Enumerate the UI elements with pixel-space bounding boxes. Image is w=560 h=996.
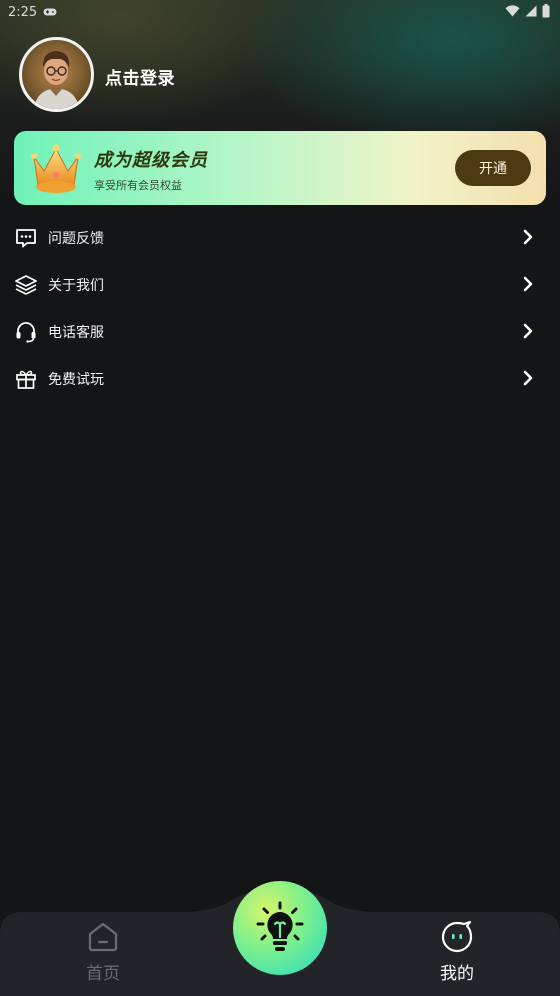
crown-icon: [31, 144, 81, 193]
avatar-portrait-icon: [34, 51, 79, 109]
vip-open-button[interactable]: 开通: [455, 150, 531, 186]
lightbulb-icon: [256, 901, 304, 951]
menu-item-label: 免费试玩: [48, 371, 104, 388]
menu-item-label: 关于我们: [48, 277, 104, 294]
mine-face-icon: [441, 920, 473, 953]
menu-item-about[interactable]: 关于我们: [0, 261, 560, 308]
menu-item-phone-support[interactable]: 电话客服: [0, 308, 560, 355]
menu-item-label: 问题反馈: [48, 230, 104, 247]
signal-icon: [525, 5, 537, 17]
status-time: 2:25: [8, 4, 38, 20]
wifi-icon: [505, 5, 520, 17]
gift-icon: [15, 368, 37, 390]
headset-icon: [15, 321, 37, 343]
menu-item-free-trial[interactable]: 免费试玩: [0, 355, 560, 402]
center-action-button[interactable]: [233, 881, 327, 975]
status-bar: 2:25: [0, 0, 560, 24]
menu-item-feedback[interactable]: 问题反馈: [0, 214, 560, 261]
vip-title: 成为超级会员: [94, 150, 208, 171]
vip-banner[interactable]: 成为超级会员 享受所有会员权益 开通: [14, 131, 546, 205]
message-dots-icon: [15, 227, 37, 249]
gamepad-icon: [43, 8, 57, 16]
chevron-right-icon: [523, 370, 533, 386]
settings-menu: 问题反馈 关于我们 电话客服 免费试玩: [0, 214, 560, 402]
chevron-right-icon: [523, 323, 533, 339]
layers-icon: [15, 274, 37, 296]
chevron-right-icon: [523, 276, 533, 292]
chevron-right-icon: [523, 229, 533, 245]
menu-item-label: 电话客服: [48, 324, 104, 341]
status-icons: [505, 4, 550, 18]
battery-icon: [542, 4, 550, 18]
tab-home-label: 首页: [86, 964, 120, 984]
tab-home[interactable]: 首页: [63, 920, 143, 984]
login-link[interactable]: 点击登录: [105, 64, 175, 89]
tab-mine[interactable]: 我的: [417, 920, 497, 984]
home-icon: [88, 922, 118, 952]
tab-mine-label: 我的: [440, 964, 474, 984]
vip-subtitle: 享受所有会员权益: [94, 179, 182, 192]
avatar[interactable]: [19, 37, 94, 112]
